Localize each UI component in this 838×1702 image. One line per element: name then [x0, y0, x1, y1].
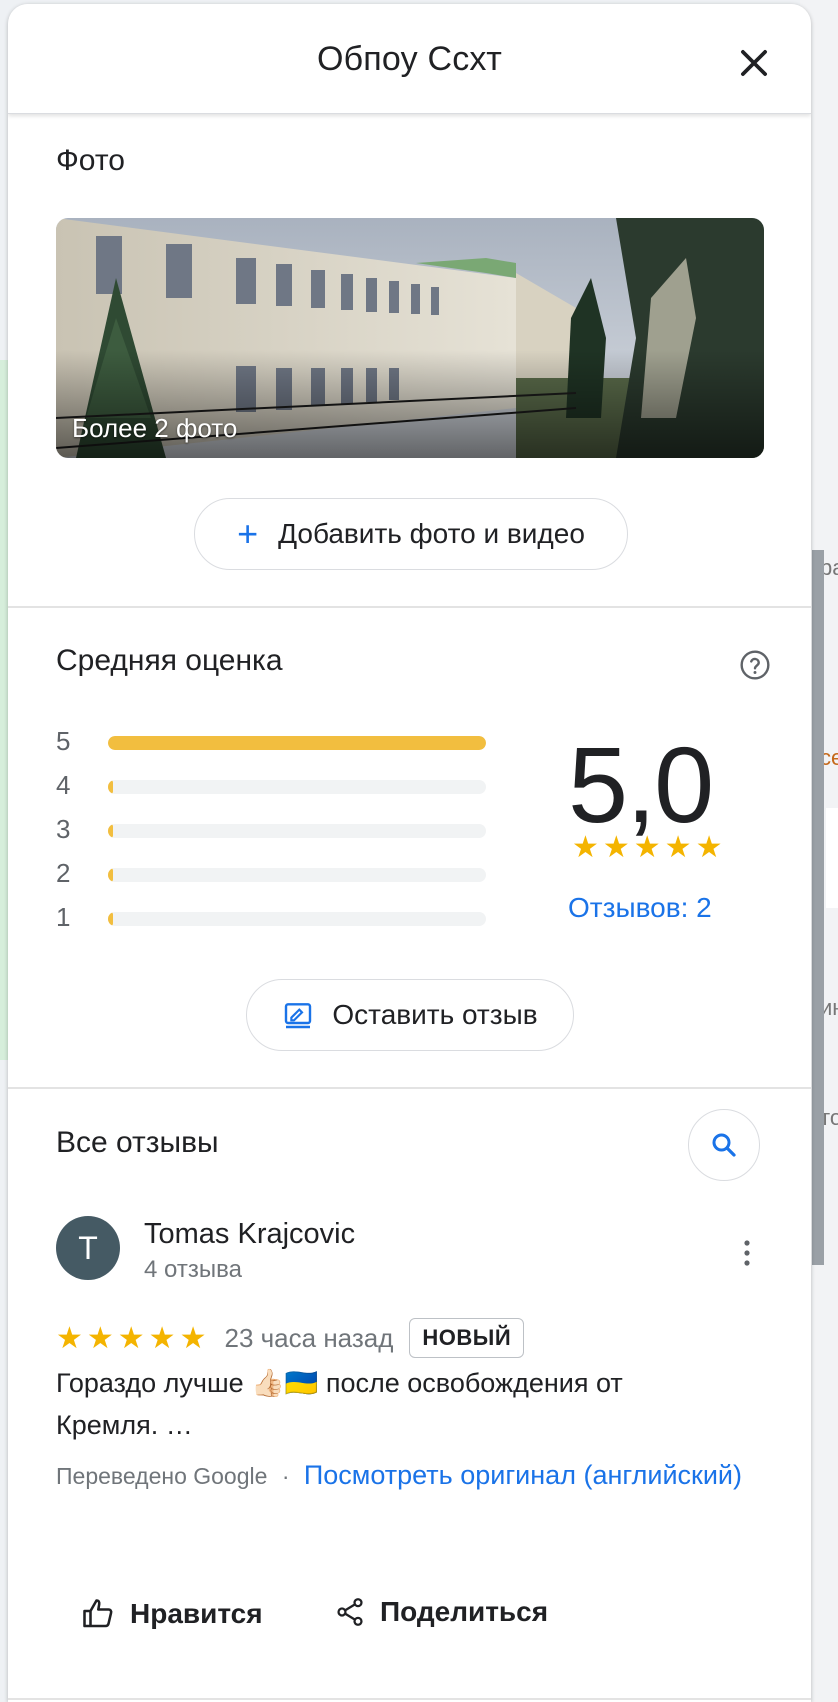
translation-info: Переведено Google · Посмотреть оригинал … [56, 1454, 756, 1497]
rating-bar-label: 3 [56, 814, 71, 844]
rating-bar-row: 5 [56, 726, 496, 756]
rating-bar-track [108, 780, 486, 794]
plus-icon: + [237, 513, 259, 554]
like-label: Нравится [130, 1598, 263, 1629]
search-reviews-button[interactable] [688, 1109, 760, 1181]
place-title: Обпоу Ссхт [316, 40, 503, 78]
separator-dot: · [281, 1463, 290, 1489]
panel-header: Обпоу Ссхт [8, 4, 811, 114]
rating-bar-label: 2 [56, 858, 71, 888]
rating-bar-fill [108, 824, 113, 838]
rating-bar-row: 4 [56, 770, 496, 800]
close-icon[interactable] [735, 44, 773, 82]
add-photo-button[interactable]: + Добавить фото и видео [194, 498, 628, 570]
section-divider [8, 1087, 811, 1089]
panel-scrollbar[interactable] [812, 550, 824, 1265]
rating-bar-label: 1 [56, 902, 71, 932]
all-reviews-title: Все отзывы [56, 1126, 219, 1159]
like-button[interactable]: Нравится [80, 1596, 263, 1632]
rating-bar-track [108, 868, 486, 882]
review-meta: ★★★★★ 23 часа назад НОВЫЙ [56, 1318, 525, 1358]
reviews-count-link[interactable]: Отзывов: 2 [568, 892, 712, 924]
rating-bar-row: 1 [56, 902, 496, 932]
photos-section-title: Фото [56, 144, 125, 177]
avatar[interactable]: T [56, 1216, 120, 1280]
translated-by-label: Переведено Google [56, 1463, 268, 1489]
more-options-icon[interactable] [741, 1238, 753, 1268]
help-icon[interactable] [739, 649, 771, 681]
map-road [826, 808, 838, 908]
rating-bar-fill [108, 780, 113, 794]
reviewer-review-count: 4 отзыва [144, 1256, 242, 1283]
average-stars-icon: ★★★★★ [572, 831, 727, 864]
share-icon [337, 1598, 363, 1626]
rating-bar-row: 2 [56, 858, 496, 888]
rating-section-title: Средняя оценка [56, 644, 283, 677]
share-button[interactable]: Поделиться [334, 1596, 548, 1628]
place-reviews-panel: Обпоу Ссхт Фото Более 2 фото + Добавить … [8, 4, 811, 1702]
write-review-button[interactable]: Оставить отзыв [246, 979, 574, 1051]
review-stars-icon: ★★★★★ [56, 1321, 211, 1355]
review-time: 23 часа назад [224, 1322, 394, 1353]
review-text-line: Кремля. … [56, 1410, 193, 1440]
rating-bar-fill [108, 736, 486, 750]
reviewer-name[interactable]: Tomas Krajcovic [144, 1218, 355, 1251]
new-badge: НОВЫЙ [409, 1318, 525, 1358]
photo-count-caption: Более 2 фото [72, 413, 238, 443]
average-rating: 5,0 [568, 724, 714, 845]
review-text-line: Гораздо лучше 👍🏻🇺🇦 после освобождения от [56, 1368, 623, 1398]
share-label: Поделиться [380, 1596, 549, 1627]
rating-bar-fill [108, 868, 113, 882]
section-divider [8, 1698, 811, 1700]
review-text[interactable]: Гораздо лучше 👍🏻🇺🇦 после освобождения от… [56, 1362, 756, 1446]
rating-bar-label: 4 [56, 770, 71, 800]
rating-bar-track [108, 824, 486, 838]
add-photo-label: Добавить фото и видео [278, 518, 585, 549]
edit-review-icon [285, 1003, 312, 1029]
photo-thumbnail[interactable]: Более 2 фото [56, 218, 764, 458]
rating-bar-row: 3 [56, 814, 496, 844]
rating-bar-track [108, 736, 486, 750]
rating-bar-label: 5 [56, 726, 71, 756]
search-icon [712, 1133, 736, 1157]
view-original-link[interactable]: Посмотреть оригинал (английский) [304, 1460, 742, 1490]
rating-bar-fill [108, 912, 113, 926]
write-review-label: Оставить отзыв [332, 999, 538, 1030]
rating-bar-track [108, 912, 486, 926]
section-divider [8, 606, 811, 608]
thumbs-up-icon [83, 1599, 113, 1628]
